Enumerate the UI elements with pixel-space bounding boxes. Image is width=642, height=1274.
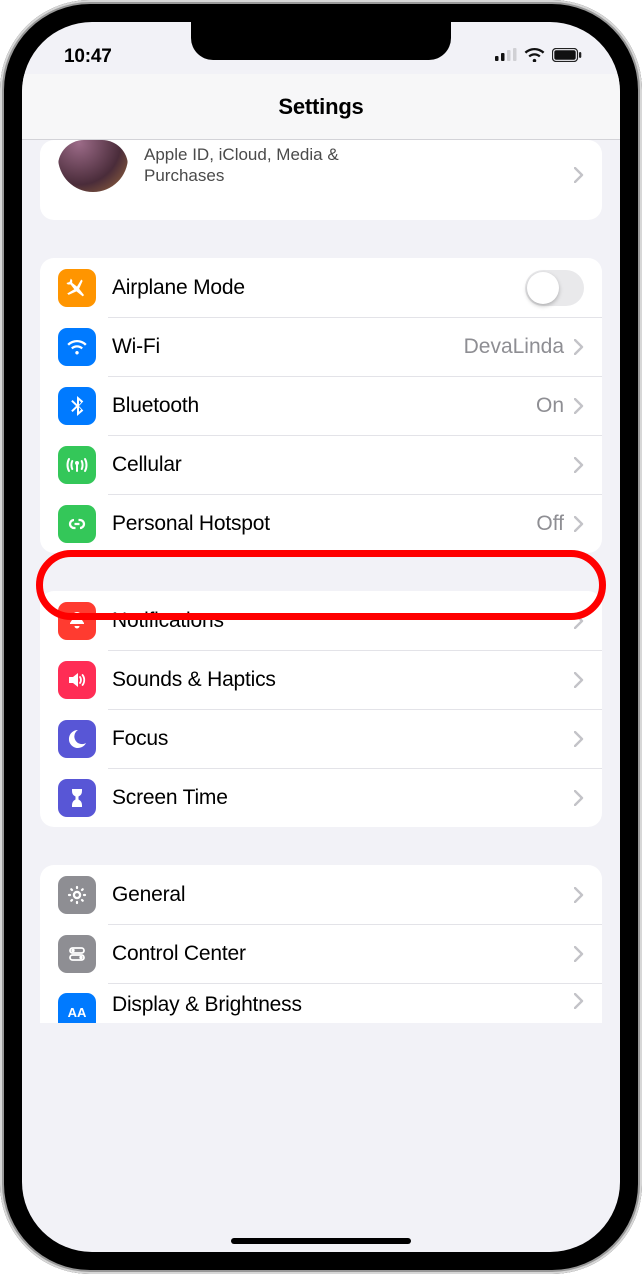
focus-row[interactable]: Focus (40, 709, 602, 768)
page-title: Settings (278, 94, 363, 120)
chevron-right-icon (574, 887, 584, 903)
row-value: Off (536, 512, 564, 536)
screen-time-row[interactable]: Screen Time (40, 768, 602, 827)
screen: 10:47 Settings (22, 22, 620, 1252)
general-icon (58, 876, 96, 914)
row-label: Personal Hotspot (112, 512, 536, 536)
chevron-right-icon (574, 731, 584, 747)
wifi-row[interactable]: Wi-Fi DevaLinda (40, 317, 602, 376)
row-label: Notifications (112, 609, 574, 633)
connectivity-group: Airplane Mode Wi-Fi DevaLinda (40, 258, 602, 553)
sounds-row[interactable]: Sounds & Haptics (40, 650, 602, 709)
cellular-icon (58, 446, 96, 484)
chevron-right-icon (574, 613, 584, 629)
notifications-row[interactable]: Notifications (40, 591, 602, 650)
control-center-icon (58, 935, 96, 973)
display-brightness-row[interactable]: AA Display & Brightness (40, 983, 602, 1023)
cellular-signal-icon (495, 48, 517, 66)
home-indicator[interactable] (231, 1238, 411, 1244)
row-label: Airplane Mode (112, 276, 525, 300)
row-value: On (536, 394, 564, 418)
content-area[interactable]: Apple ID, iCloud, Media & Purchases Airp… (22, 22, 620, 1252)
general-group: General Control Center AA (40, 865, 602, 1023)
wifi-settings-icon (58, 328, 96, 366)
svg-text:AA: AA (68, 1005, 87, 1020)
screen-time-icon (58, 779, 96, 817)
general-row[interactable]: General (40, 865, 602, 924)
chevron-right-icon (574, 339, 584, 355)
row-label: Wi-Fi (112, 335, 464, 359)
notifications-icon (58, 602, 96, 640)
apple-id-subtitle: Apple ID, iCloud, Media & Purchases (144, 140, 404, 187)
header-bar: Settings (22, 74, 620, 140)
focus-icon (58, 720, 96, 758)
cellular-row[interactable]: Cellular (40, 435, 602, 494)
display-icon: AA (58, 993, 96, 1023)
row-label: Screen Time (112, 786, 574, 810)
chevron-right-icon (574, 516, 584, 532)
device-frame: 10:47 Settings (0, 0, 642, 1274)
chevron-right-icon (574, 946, 584, 962)
hotspot-icon (58, 505, 96, 543)
chevron-right-icon (574, 790, 584, 806)
airplane-mode-row[interactable]: Airplane Mode (40, 258, 602, 317)
status-right (495, 48, 582, 67)
row-value: DevaLinda (464, 335, 564, 359)
status-time: 10:47 (64, 46, 112, 68)
chevron-right-icon (574, 993, 584, 1009)
row-label: Display & Brightness (112, 993, 574, 1017)
battery-icon (552, 48, 582, 67)
chevron-right-icon (574, 457, 584, 473)
chevron-right-icon (574, 672, 584, 688)
avatar (58, 140, 128, 192)
notch (191, 22, 451, 60)
wifi-icon (524, 48, 545, 67)
row-label: Sounds & Haptics (112, 668, 574, 692)
row-label: Cellular (112, 453, 574, 477)
chevron-right-icon (574, 167, 584, 183)
airplane-toggle[interactable] (525, 270, 584, 306)
profile-group: Apple ID, iCloud, Media & Purchases (40, 140, 602, 220)
row-label: Control Center (112, 942, 574, 966)
row-label: Bluetooth (112, 394, 536, 418)
bluetooth-icon (58, 387, 96, 425)
chevron-right-icon (574, 398, 584, 414)
personal-hotspot-row[interactable]: Personal Hotspot Off (40, 494, 602, 553)
airplane-icon (58, 269, 96, 307)
apple-id-row[interactable]: Apple ID, iCloud, Media & Purchases (40, 140, 602, 210)
notifications-group: Notifications Sounds & Haptics (40, 591, 602, 827)
control-center-row[interactable]: Control Center (40, 924, 602, 983)
row-label: General (112, 883, 574, 907)
row-label: Focus (112, 727, 574, 751)
sounds-icon (58, 661, 96, 699)
bluetooth-row[interactable]: Bluetooth On (40, 376, 602, 435)
